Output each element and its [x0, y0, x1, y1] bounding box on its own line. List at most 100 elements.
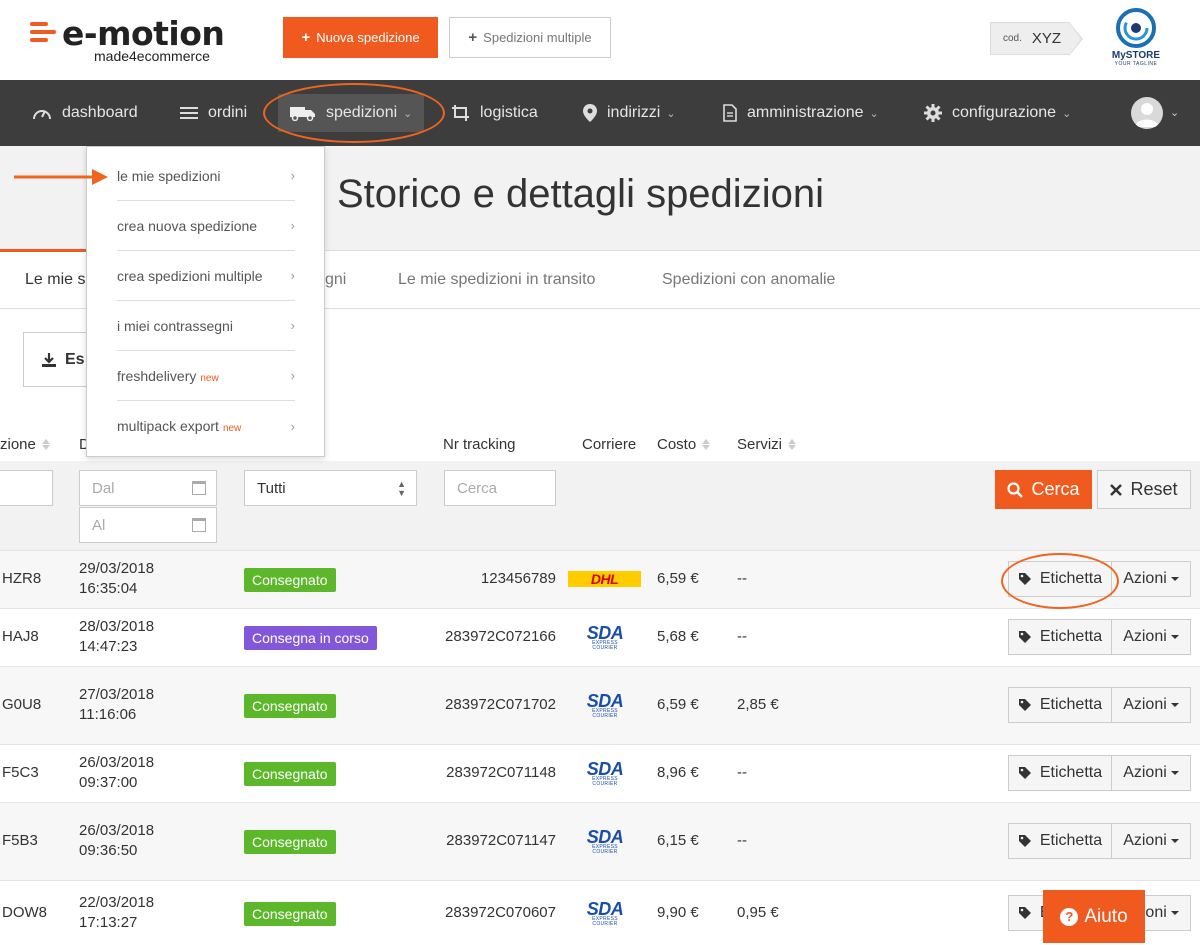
date-value: 26/03/2018 [79, 822, 155, 839]
tab-anomalies[interactable]: Spedizioni con anomalie [662, 271, 835, 289]
label-button[interactable]: Etichetta [1008, 561, 1112, 597]
menu-item-cod[interactable]: i miei contrassegni › [117, 301, 295, 351]
plus-icon: + [301, 29, 311, 46]
menu-item-create-multiple[interactable]: crea spedizioni multiple › [117, 251, 295, 301]
tab-in-transit[interactable]: Le mie spedizioni in transito [398, 271, 595, 289]
user-icon [1135, 103, 1159, 127]
date-value: 26/03/2018 [79, 754, 155, 771]
export-label: Es [65, 350, 85, 368]
tracking-number[interactable]: 283972C070607 [386, 904, 556, 921]
dhl-logo: DHL [568, 571, 641, 587]
tag-icon [1018, 835, 1031, 847]
shipment-code[interactable]: DOW8 [2, 904, 47, 921]
label-button[interactable]: Etichetta [1008, 619, 1112, 655]
date-from-field[interactable]: Dal [79, 470, 217, 506]
actions-dropdown-button[interactable]: Azioni [1112, 687, 1191, 723]
search-button-label: Cerca [1031, 479, 1080, 499]
menu-item-my-shipments[interactable]: le mie spedizioni › [117, 151, 295, 201]
menu-item-label: multipack export new [117, 418, 242, 434]
nav-orders[interactable]: ordini [180, 80, 247, 146]
nav-shipments[interactable]: spedizioni ⌄ [278, 94, 425, 132]
multiple-shipments-button[interactable]: + Spedizioni multiple [449, 17, 611, 58]
shipment-code[interactable]: F5B3 [2, 832, 38, 849]
menu-item-multipack-export[interactable]: multipack export new › [117, 401, 295, 451]
nav-dashboard[interactable]: dashboard [32, 80, 138, 146]
actions-dropdown-button[interactable]: Azioni [1112, 619, 1191, 655]
document-icon [723, 104, 737, 122]
download-icon [42, 352, 56, 367]
row-actions: Etichetta Azioni [1008, 687, 1191, 723]
sda-logo-text: SDA [586, 691, 624, 711]
row-actions: Etichetta Azioni [1008, 561, 1191, 597]
status-badge: Consegnato [244, 830, 336, 854]
label-button-text: Etichetta [1039, 628, 1103, 645]
nav-dashboard-label: dashboard [62, 104, 138, 121]
sda-logo-text: SDA [586, 898, 624, 919]
actions-button-text: Azioni [1123, 696, 1167, 713]
nav-logistics-label: logistica [480, 104, 538, 121]
tracking-search-input[interactable]: Cerca [444, 470, 556, 506]
status-badge: Consegna in corso [244, 626, 377, 650]
time-value: 16:35:04 [79, 580, 138, 597]
label-button[interactable]: Etichetta [1008, 687, 1112, 723]
chevron-down-icon: ⌄ [666, 107, 676, 120]
tracking-number[interactable]: 283972C071147 [386, 832, 556, 849]
date-to-field[interactable]: Al [79, 507, 217, 543]
tracking-number[interactable]: 283972C072166 [386, 628, 556, 645]
column-header-label: zione [0, 436, 36, 453]
store-logo[interactable]: MySTORE YOUR TAGLINE [1108, 8, 1164, 74]
nav-addresses-label: indirizzi [607, 104, 661, 121]
column-header-courier: Corriere [582, 436, 637, 453]
actions-button-text: Azioni [1123, 764, 1167, 781]
status-badge: Consegnato [244, 568, 336, 592]
shipment-code[interactable]: G0U8 [2, 696, 41, 713]
nav-addresses[interactable]: indirizzi ⌄ [583, 80, 676, 146]
tracking-number[interactable]: 123456789 [386, 570, 556, 587]
label-button[interactable]: Etichetta [1008, 823, 1112, 859]
actions-dropdown-button[interactable]: Azioni [1112, 561, 1191, 597]
status-select-value: Tutti [257, 479, 286, 497]
tracking-number[interactable]: 283972C071148 [386, 764, 556, 781]
column-header-tracking: Nr tracking [443, 436, 516, 453]
sort-icon [702, 439, 711, 450]
row-actions: Etichetta Azioni [1008, 755, 1191, 791]
shipment-code[interactable]: HAJ8 [2, 628, 39, 645]
menu-item-freshdelivery[interactable]: freshdelivery new › [117, 351, 295, 401]
chevron-down-icon[interactable]: ⌄ [1170, 106, 1179, 119]
column-header-cost[interactable]: Costo [657, 436, 711, 453]
actions-dropdown-button[interactable]: Azioni [1112, 755, 1191, 791]
time-value: 11:16:06 [79, 706, 137, 723]
shipment-date: 27/03/2018 11:16:06 [79, 685, 154, 725]
question-icon: ? [1060, 907, 1079, 926]
tab-my-shipments[interactable]: Le mie s [25, 271, 85, 289]
search-button[interactable]: Cerca [995, 470, 1092, 509]
tab-cod[interactable]: gni [325, 271, 346, 289]
shipment-code[interactable]: HZR8 [2, 570, 41, 587]
shipment-code-filter[interactable] [0, 470, 53, 506]
nav-logistics[interactable]: logistica [452, 80, 538, 146]
menu-lines-icon [180, 107, 198, 119]
menu-item-label: crea nuova spedizione [117, 217, 258, 234]
column-header-services[interactable]: Servizi [737, 436, 797, 453]
truck-icon [290, 107, 315, 121]
plus-icon: + [468, 29, 478, 46]
shipment-code[interactable]: F5C3 [2, 764, 39, 781]
tracking-number[interactable]: 283972C071702 [386, 696, 556, 713]
caret-down-icon [1170, 577, 1179, 581]
menu-item-create-shipment[interactable]: crea nuova spedizione › [117, 201, 295, 251]
user-avatar[interactable] [1131, 97, 1163, 129]
caret-down-icon [1170, 635, 1179, 639]
top-header: e-motion made4ecommerce + Nuova spedizio… [0, 0, 1200, 80]
status-select[interactable]: Tutti ▲ ▼ [244, 470, 417, 506]
shipment-services: -- [737, 570, 747, 587]
shipment-date: 26/03/2018 09:36:50 [79, 821, 154, 861]
nav-administration[interactable]: amministrazione ⌄ [723, 80, 879, 146]
actions-dropdown-button[interactable]: Azioni [1112, 823, 1191, 859]
help-button[interactable]: ? Aiuto [1043, 890, 1145, 943]
reset-button[interactable]: Reset [1097, 470, 1191, 509]
new-shipment-button[interactable]: + Nuova spedizione [283, 17, 438, 58]
label-button[interactable]: Etichetta [1008, 755, 1112, 791]
nav-configuration[interactable]: configurazione ⌄ [924, 80, 1071, 146]
column-header-shipment[interactable]: zione [0, 436, 50, 453]
shipment-services: -- [737, 764, 747, 781]
